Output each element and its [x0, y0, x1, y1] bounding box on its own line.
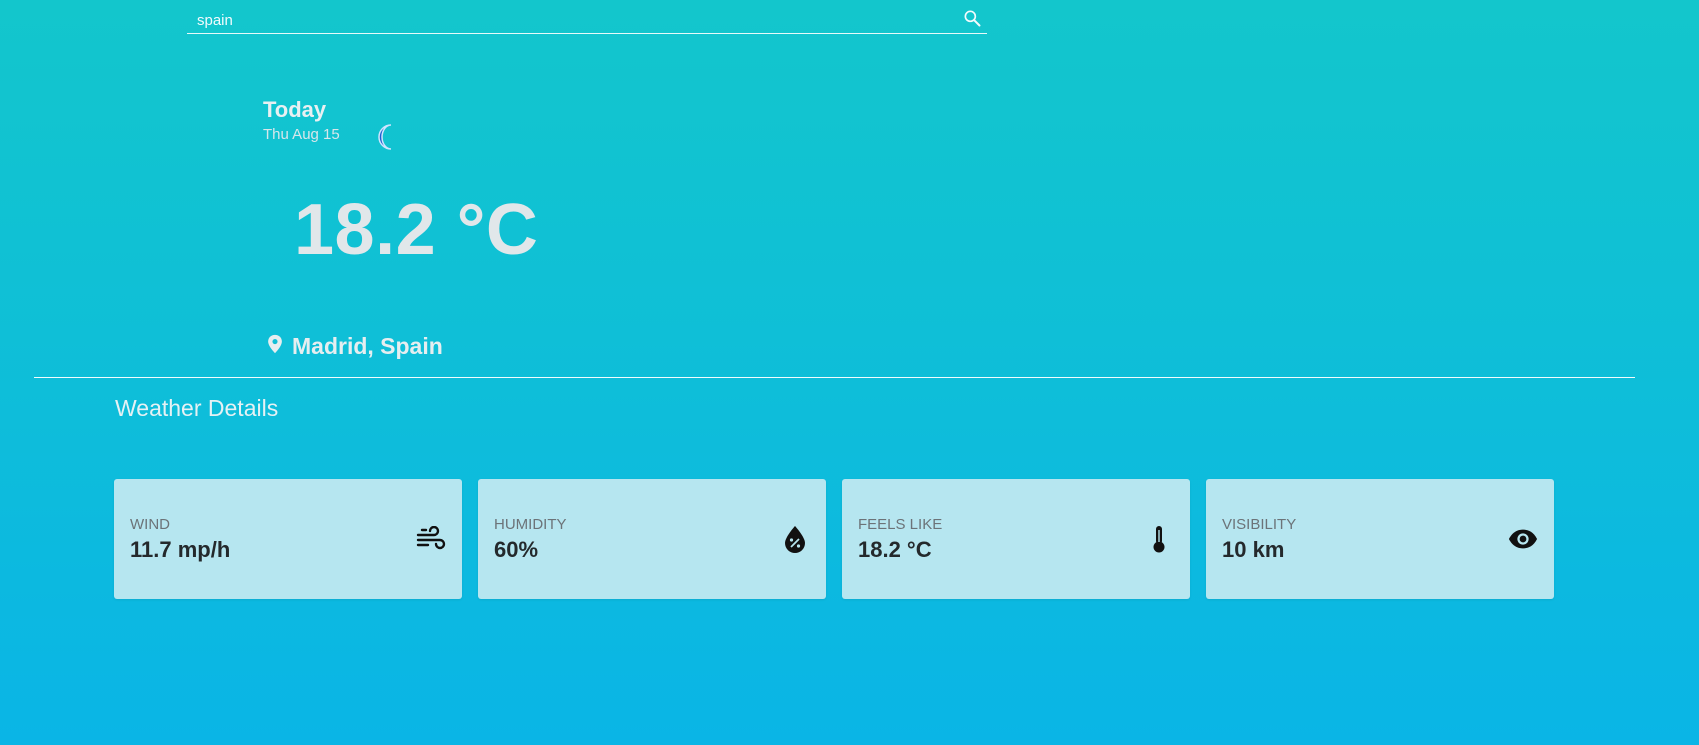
visibility-value: 10 km — [1222, 537, 1285, 562]
feels-like-label: FEELS LIKE — [858, 516, 943, 533]
humidity-label: HUMIDITY — [494, 516, 567, 533]
thermometer-icon — [1144, 524, 1174, 554]
humidity-drop-icon — [780, 524, 810, 554]
feels-like-value: 18.2 °C — [858, 537, 932, 562]
today-block: Today Thu Aug 15 — [263, 96, 340, 143]
wind-icon — [416, 524, 446, 554]
wind-value: 11.7 mp/h — [130, 537, 231, 562]
moon-icon — [374, 123, 400, 156]
visibility-label: VISIBILITY — [1222, 516, 1297, 533]
visibility-card: VISIBILITY 10 km — [1206, 479, 1554, 599]
search-icon — [962, 8, 982, 33]
humidity-value: 60% — [494, 537, 539, 562]
search-input[interactable] — [187, 8, 959, 33]
eye-icon — [1508, 524, 1538, 554]
feels-like-card: FEELS LIKE 18.2 °C — [842, 479, 1190, 599]
wind-card: WIND 11.7 mp/h — [114, 479, 462, 599]
search-button[interactable] — [959, 8, 985, 34]
today-date: Thu Aug 15 — [263, 126, 340, 143]
search-bar — [187, 8, 987, 34]
location: Madrid, Spain — [264, 332, 443, 361]
weather-details-cards: WIND 11.7 mp/h HUMIDITY 60% FEELS LIKE 1… — [114, 479, 1554, 599]
humidity-card: HUMIDITY 60% — [478, 479, 826, 599]
today-title: Today — [263, 97, 327, 122]
divider — [34, 377, 1635, 378]
wind-label: WIND — [130, 516, 170, 533]
weather-details-heading: Weather Details — [115, 395, 279, 421]
location-text: Madrid, Spain — [292, 333, 443, 359]
location-pin-icon — [264, 332, 286, 361]
current-temperature: 18.2 °C — [294, 190, 539, 270]
